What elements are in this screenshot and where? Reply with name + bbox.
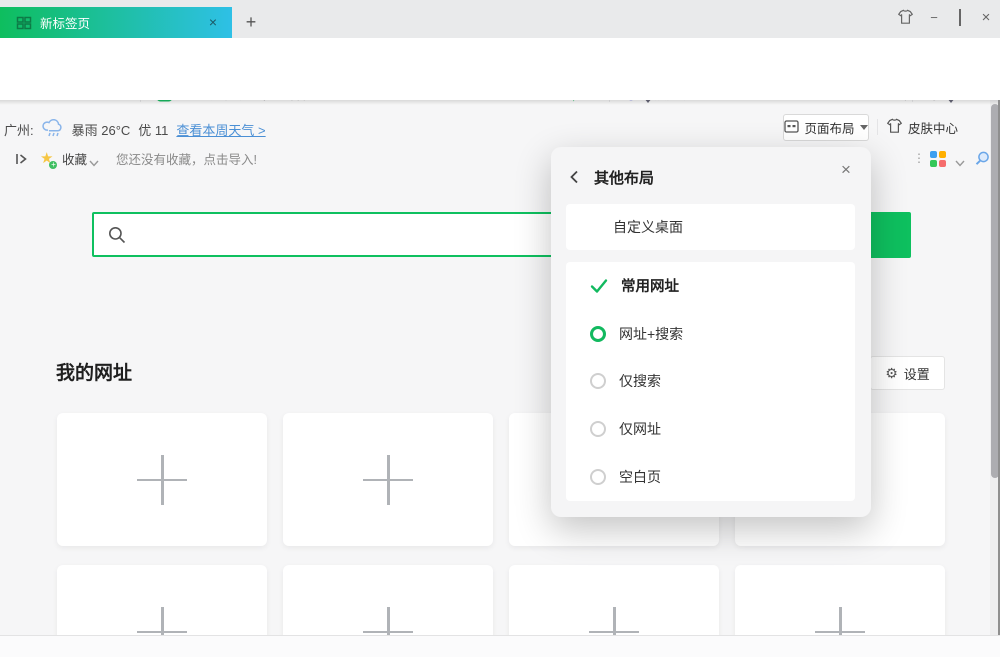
layout-option-common-sites[interactable]: 常用网址 <box>566 262 855 310</box>
option-label: 空白页 <box>619 467 661 487</box>
gear-icon: ⚙ <box>885 365 898 382</box>
bookmarks-empty-hint[interactable]: 您还没有收藏，点击导入! <box>116 144 257 172</box>
favorites-star-icon[interactable]: ★ + <box>40 144 53 172</box>
option-label: 常用网址 <box>621 275 679 296</box>
toolbar: 可以进行搜索，或者输入一个网址 点此搜索 <box>0 38 1000 72</box>
layout-option-sites-plus-search[interactable]: 网址+搜索 <box>566 310 855 358</box>
layout-icon <box>784 120 799 136</box>
plus-icon <box>363 455 413 505</box>
option-label: 网址+搜索 <box>619 324 683 344</box>
page-layout-button[interactable]: 页面布局 <box>783 114 869 141</box>
radio-icon <box>590 421 606 437</box>
settings-label: 设置 <box>904 364 930 383</box>
apps-grid-squares <box>930 151 946 167</box>
radio-icon <box>590 469 606 485</box>
plus-icon <box>137 455 187 505</box>
content-top-shadow <box>0 100 1000 105</box>
layout-option-blank-page[interactable]: 空白页 <box>566 453 855 501</box>
weather-condition: 暴雨 26°C <box>72 120 131 139</box>
layout-options-list: 常用网址 网址+搜索 仅搜索 仅网址 空白页 <box>566 262 855 501</box>
back-chevron-icon[interactable] <box>569 170 579 189</box>
star-plus-badge: + <box>49 161 57 169</box>
browser-window: 新标签页 × + − × 可以进行搜索，或者输入一个网址 <box>0 0 1000 657</box>
add-site-card[interactable] <box>283 413 493 546</box>
new-tab-page-icon <box>16 15 32 31</box>
apps-grid-icon[interactable] <box>928 150 948 168</box>
tshirt-icon <box>886 118 903 137</box>
tab-title: 新标签页 <box>40 13 90 32</box>
skin-center-label: 皮肤中心 <box>908 118 958 137</box>
weather-air-quality: 优 11 <box>138 120 168 139</box>
settings-button[interactable]: ⚙ 设置 <box>870 356 945 390</box>
rain-cloud-icon <box>42 118 64 141</box>
chevron-down-icon[interactable] <box>954 154 966 172</box>
skin-center-button[interactable]: 皮肤中心 <box>886 114 958 141</box>
popup-close-icon[interactable]: × <box>835 159 857 181</box>
favorites-label[interactable]: 收藏 <box>62 144 87 172</box>
bookmarks-bar: ★ + 收藏 您还没有收藏，点击导入! ⋮ <box>0 72 1000 100</box>
option-label: 仅搜索 <box>619 371 661 391</box>
check-icon <box>590 278 608 294</box>
popup-title: 其他布局 <box>594 167 654 188</box>
sidebar-toggle-icon[interactable] <box>12 150 32 168</box>
skin-icon[interactable] <box>896 9 914 29</box>
status-bar: ↓ 下载 e 100% <box>0 635 1000 657</box>
maximize-icon <box>959 9 961 26</box>
search-icon <box>107 225 127 245</box>
layout-option-search-only[interactable]: 仅搜索 <box>566 358 855 406</box>
option-label: 仅网址 <box>619 419 661 439</box>
new-tab-button[interactable]: + <box>236 7 266 38</box>
minimize-button[interactable]: − <box>925 8 943 28</box>
more-dots-icon[interactable]: ⋮ <box>913 144 925 172</box>
weather-city: 广州: <box>4 120 34 139</box>
page-find-icon[interactable] <box>972 149 992 167</box>
add-site-card[interactable] <box>57 413 267 546</box>
radio-icon <box>590 373 606 389</box>
weather-widget: 广州: 暴雨 26°C 优 11 查看本周天气 > <box>4 118 266 140</box>
my-sites-title: 我的网址 <box>56 358 132 385</box>
custom-desktop-option[interactable]: 自定义桌面 <box>566 204 855 250</box>
tab-close-icon[interactable]: × <box>204 13 222 31</box>
header-divider <box>877 119 878 135</box>
layout-option-sites-only[interactable]: 仅网址 <box>566 405 855 453</box>
page-layout-label: 页面布局 <box>804 118 854 137</box>
chevron-down-icon[interactable] <box>88 154 100 172</box>
tab-new-page[interactable]: 新标签页 × <box>0 7 232 38</box>
caret-down-icon <box>860 125 868 130</box>
maximize-button[interactable] <box>951 8 969 28</box>
radio-selected-icon <box>590 326 606 342</box>
other-layout-popup: 其他布局 × 自定义桌面 常用网址 网址+搜索 仅搜索 仅网址 空白页 <box>551 147 871 517</box>
window-close-button[interactable]: × <box>977 8 995 28</box>
weather-week-link[interactable]: 查看本周天气 > <box>176 120 265 139</box>
tab-bar: 新标签页 × + − × <box>0 0 1000 38</box>
